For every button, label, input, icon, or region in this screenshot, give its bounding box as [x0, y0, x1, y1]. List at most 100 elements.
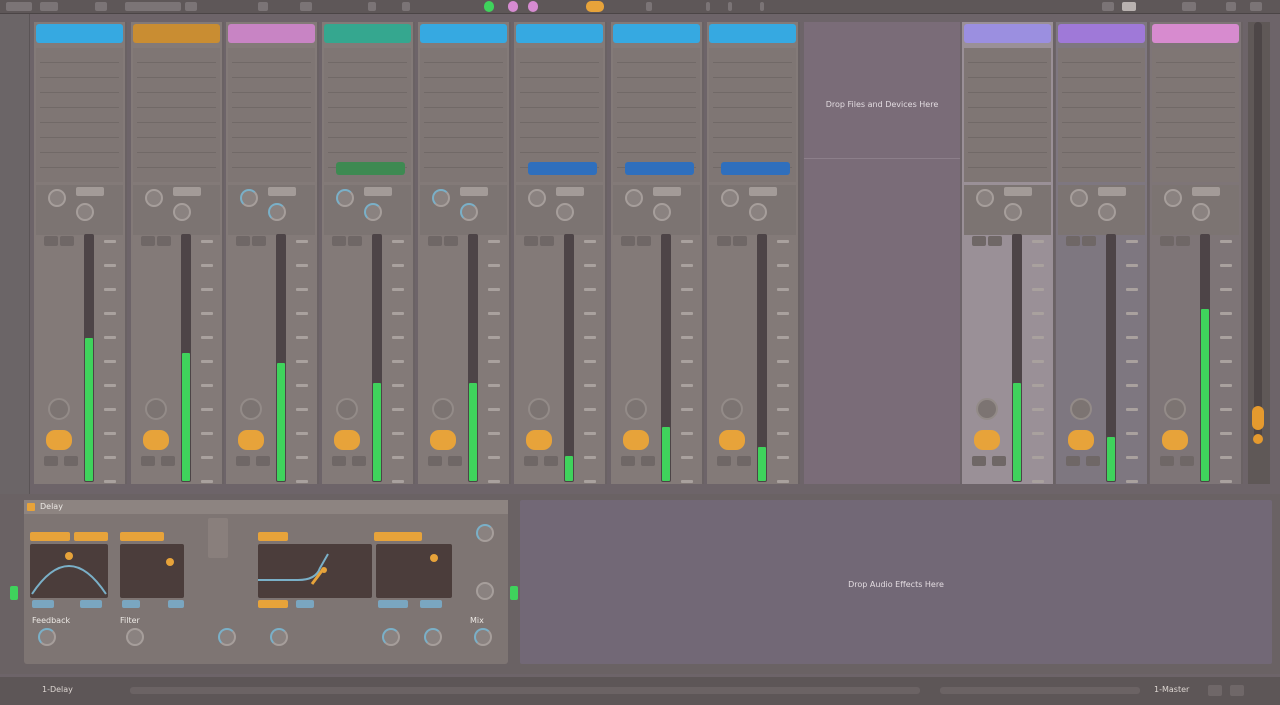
clip-slot[interactable] — [520, 77, 599, 78]
track-title-bar[interactable] — [324, 24, 411, 43]
return-a-track-activator-button[interactable] — [974, 430, 1000, 450]
modulation-button[interactable] — [374, 532, 422, 541]
track-stop-button[interactable] — [528, 162, 597, 175]
send-b-knob[interactable] — [173, 203, 191, 221]
track-title-bar[interactable] — [420, 24, 507, 43]
clip-slot[interactable] — [713, 77, 792, 78]
filter-freq-knob[interactable] — [270, 628, 288, 646]
track-title-bar[interactable] — [228, 24, 315, 43]
clip-slot[interactable] — [424, 77, 503, 78]
track-pan-knob[interactable] — [721, 398, 743, 420]
track-track-activator-button[interactable] — [334, 430, 360, 450]
monitor-button[interactable] — [524, 236, 538, 246]
track-arm-button[interactable] — [256, 456, 270, 466]
automation-arm-icon[interactable] — [528, 1, 538, 12]
clip-slot[interactable] — [520, 92, 599, 93]
send-a-knob[interactable] — [976, 189, 994, 207]
status-scroll[interactable] — [940, 687, 1140, 694]
scroll-dot-icon[interactable] — [1253, 434, 1263, 444]
track-title-bar[interactable] — [516, 24, 603, 43]
metronome-icon[interactable] — [95, 2, 107, 11]
clip-slot[interactable] — [968, 77, 1047, 78]
clip-slot[interactable] — [40, 137, 119, 138]
clip-slot[interactable] — [617, 152, 696, 153]
track-pan-knob[interactable] — [336, 398, 358, 420]
clip-slot[interactable] — [713, 92, 792, 93]
track-drop-zone[interactable]: Drop Files and Devices Here — [804, 22, 960, 484]
send-b-knob[interactable] — [1004, 203, 1022, 221]
clip-slot[interactable] — [1156, 137, 1235, 138]
clip-slot[interactable] — [968, 107, 1047, 108]
loop-start-field[interactable] — [706, 2, 710, 11]
clip-slot[interactable] — [1156, 107, 1235, 108]
send-b-knob[interactable] — [653, 203, 671, 221]
clip-slot[interactable] — [424, 122, 503, 123]
clip-slot[interactable] — [617, 77, 696, 78]
send-a-knob[interactable] — [240, 189, 258, 207]
clip-slot[interactable] — [1062, 167, 1141, 168]
send-a-knob[interactable] — [528, 189, 546, 207]
mod-amount-value[interactable] — [420, 600, 442, 608]
clip-slot[interactable] — [968, 167, 1047, 168]
time-signature-field[interactable] — [125, 2, 181, 11]
device-right-handle-icon[interactable] — [510, 586, 518, 600]
send-a-knob[interactable] — [145, 189, 163, 207]
clip-slot[interactable] — [40, 62, 119, 63]
browser-collapsed-strip[interactable] — [0, 14, 30, 494]
clip-slot[interactable] — [968, 92, 1047, 93]
monitor-out-button[interactable] — [988, 236, 1002, 246]
return-a-solo-button[interactable] — [972, 456, 986, 466]
clip-slot[interactable] — [328, 107, 407, 108]
track-title-bar[interactable] — [709, 24, 796, 43]
track-stop-button[interactable] — [336, 162, 405, 175]
return-b-clip-slots[interactable] — [1058, 48, 1145, 182]
record-icon[interactable] — [484, 1, 494, 12]
send-b-knob[interactable] — [1192, 203, 1210, 221]
sync-left-button[interactable] — [30, 532, 70, 541]
send-b-knob[interactable] — [749, 203, 767, 221]
send-a-knob[interactable] — [721, 189, 739, 207]
track-pan-knob[interactable] — [432, 398, 454, 420]
clip-slot[interactable] — [232, 137, 311, 138]
monitor-button[interactable] — [972, 236, 986, 246]
master-clip-slots[interactable] — [1152, 48, 1239, 182]
vertical-scrollbar[interactable] — [1248, 22, 1270, 484]
clip-slot[interactable] — [1062, 77, 1141, 78]
clip-slot[interactable] — [424, 152, 503, 153]
track-track-activator-button[interactable] — [526, 430, 552, 450]
clip-slot[interactable] — [713, 62, 792, 63]
clip-slot[interactable] — [1156, 152, 1235, 153]
clip-slot[interactable] — [617, 137, 696, 138]
master-title-bar[interactable] — [1152, 24, 1239, 43]
input-type-chip[interactable] — [268, 187, 296, 196]
monitor-out-button[interactable] — [252, 236, 266, 246]
monitor-button[interactable] — [332, 236, 346, 246]
detail-view-toggle-icon[interactable] — [1208, 685, 1222, 696]
track-track-activator-button[interactable] — [143, 430, 169, 450]
clip-slot[interactable] — [1062, 107, 1141, 108]
track-solo-button[interactable] — [141, 456, 155, 466]
input-type-chip[interactable] — [1098, 187, 1126, 196]
output-knob[interactable] — [476, 524, 494, 542]
modulation-display[interactable] — [376, 544, 452, 598]
track-solo-button[interactable] — [428, 456, 442, 466]
track-title-bar[interactable] — [133, 24, 220, 43]
return-b-arm-button[interactable] — [1086, 456, 1100, 466]
loop-icon[interactable] — [300, 2, 312, 11]
master-solo-button[interactable] — [1160, 456, 1174, 466]
input-type-chip[interactable] — [1192, 187, 1220, 196]
feedback-knob[interactable] — [38, 628, 56, 646]
clip-slot[interactable] — [137, 122, 216, 123]
send-b-knob[interactable] — [364, 203, 382, 221]
clip-slot[interactable] — [713, 137, 792, 138]
track-arm-button[interactable] — [737, 456, 751, 466]
clip-slot[interactable] — [1062, 92, 1141, 93]
filter-on-button[interactable] — [258, 532, 288, 541]
clip-slot[interactable] — [617, 122, 696, 123]
clip-slot[interactable] — [424, 167, 503, 168]
audio-effects-drop-zone[interactable]: Drop Audio Effects Here — [520, 500, 1272, 664]
clip-slot[interactable] — [137, 137, 216, 138]
key-map-icon[interactable] — [1122, 2, 1136, 11]
clip-slot[interactable] — [328, 77, 407, 78]
send-a-knob[interactable] — [625, 189, 643, 207]
